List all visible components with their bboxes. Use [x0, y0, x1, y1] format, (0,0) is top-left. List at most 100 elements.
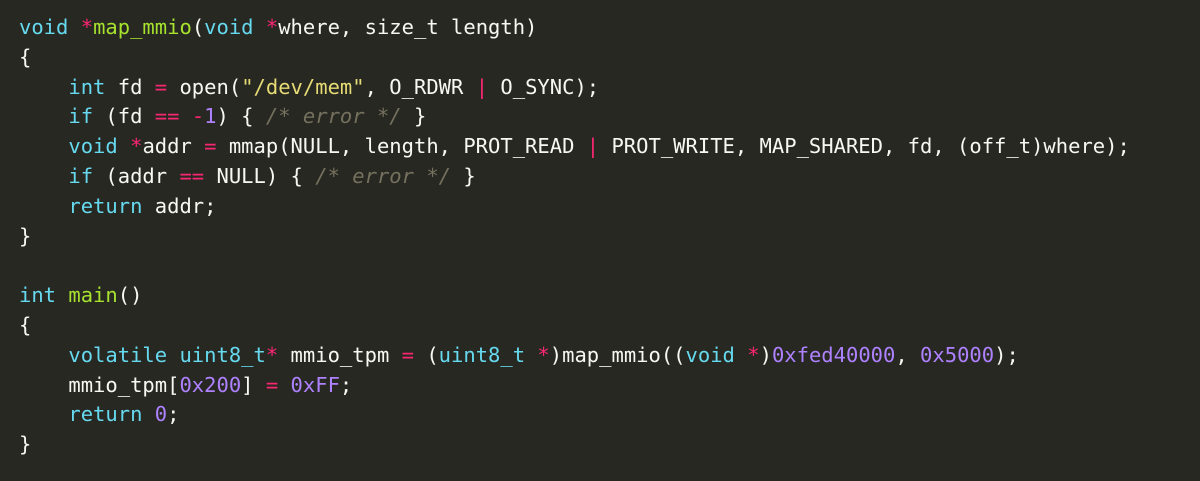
code-line: int fd = open("/dev/mem", O_RDWR | O_SYN…: [19, 73, 1200, 103]
code-token: 0x5000: [920, 342, 995, 367]
code-token: (addr: [93, 163, 180, 188]
code-token: /* error */: [265, 104, 402, 129]
code-token: int: [19, 283, 57, 308]
code-token: ,: [895, 342, 921, 367]
code-token: 0x200: [179, 372, 242, 397]
code-token: 0xfed40000: [771, 342, 896, 367]
code-token: )map_mmio((: [549, 342, 686, 367]
code-token: );: [994, 342, 1019, 367]
code-token: ): [759, 342, 772, 367]
code-token: =: [401, 342, 414, 367]
code-line: volatile uint8_t* mmio_tpm = (uint8_t *)…: [19, 341, 1200, 371]
code-token: addr: [142, 134, 205, 159]
code-token: }: [401, 104, 427, 129]
code-token: *: [747, 342, 760, 367]
code-line: }: [19, 222, 1200, 252]
code-token: ==: [179, 163, 205, 188]
code-token: |: [475, 74, 489, 99]
code-line: mmio_tpm[0x200] = 0xFF;: [19, 371, 1200, 401]
code-token: void: [19, 15, 69, 39]
code-token: ==: [154, 104, 180, 129]
code-token: ;: [339, 372, 353, 397]
code-token: }: [19, 223, 32, 248]
code-token: PROT_WRITE, MAP_SHARED, fd, (off_t)where…: [599, 134, 1130, 159]
code-token: if: [68, 163, 94, 188]
code-token: (): [117, 283, 143, 308]
code-token: (: [413, 342, 439, 367]
code-token: =: [204, 134, 217, 159]
code-line: void *map_mmio(void *where, size_t lengt…: [19, 13, 1200, 43]
code-token: =: [154, 74, 168, 99]
code-token: ]: [241, 372, 266, 397]
code-line: return 0;: [19, 400, 1200, 430]
code-token: *: [265, 15, 279, 39]
code-token: map_mmio: [93, 15, 192, 39]
code-line: void *addr = mmap(NULL, length, PROT_REA…: [19, 132, 1200, 162]
code-line: if (fd == -1) { /* error */ }: [19, 102, 1200, 132]
code-token: =: [265, 372, 279, 397]
code-token: {: [19, 312, 32, 337]
code-token: ) {: [216, 104, 266, 129]
code-line: {: [19, 43, 1200, 73]
code-token: uint8_t: [179, 342, 266, 367]
code-token: uint8_t: [438, 342, 526, 367]
code-token: mmio_tpm[: [19, 372, 180, 397]
code-editor[interactable]: void *map_mmio(void *where, size_t lengt…: [0, 0, 1200, 481]
code-token: 1: [204, 104, 217, 129]
code-token: open(: [167, 74, 242, 99]
code-token: mmap(NULL, length, PROT_READ: [216, 134, 587, 159]
code-line: if (addr == NULL) { /* error */ }: [19, 162, 1200, 192]
code-token: , O_RDWR: [364, 74, 476, 99]
code-token: *: [265, 342, 279, 367]
code-token: /* error */: [315, 163, 452, 188]
code-token: }: [19, 432, 32, 457]
code-token: {: [19, 44, 32, 69]
code-token: *: [130, 134, 143, 159]
code-token: volatile: [68, 342, 168, 367]
code-token: }: [451, 163, 476, 188]
code-token: if: [68, 104, 94, 129]
code-token: return: [68, 402, 143, 427]
code-token: where, size_t length): [278, 15, 538, 39]
code-token: *: [537, 342, 550, 367]
code-token: |: [586, 134, 600, 159]
code-token: void: [68, 134, 118, 159]
code-token: addr;: [142, 193, 217, 218]
code-token: "/dev/mem": [241, 74, 365, 99]
code-token: void: [204, 15, 254, 39]
code-line: }: [19, 430, 1200, 460]
code-token: mmio_tpm: [278, 342, 402, 367]
code-token: void: [685, 342, 735, 367]
code-token: return: [68, 193, 143, 218]
code-token: int: [68, 74, 106, 99]
code-token: *: [80, 15, 94, 39]
code-token: 0: [154, 402, 168, 427]
code-token: (fd: [93, 104, 155, 129]
code-token: (: [191, 15, 205, 39]
code-line: ​: [19, 251, 1200, 281]
code-block: void *map_mmio(void *where, size_t lengt…: [19, 13, 1200, 460]
code-line: int main(): [19, 281, 1200, 311]
code-token: NULL) {: [204, 163, 316, 188]
code-token: O_SYNC);: [488, 74, 600, 99]
code-token: main: [68, 283, 118, 308]
code-token: 0xFF: [290, 372, 340, 397]
code-token: ;: [167, 402, 180, 427]
